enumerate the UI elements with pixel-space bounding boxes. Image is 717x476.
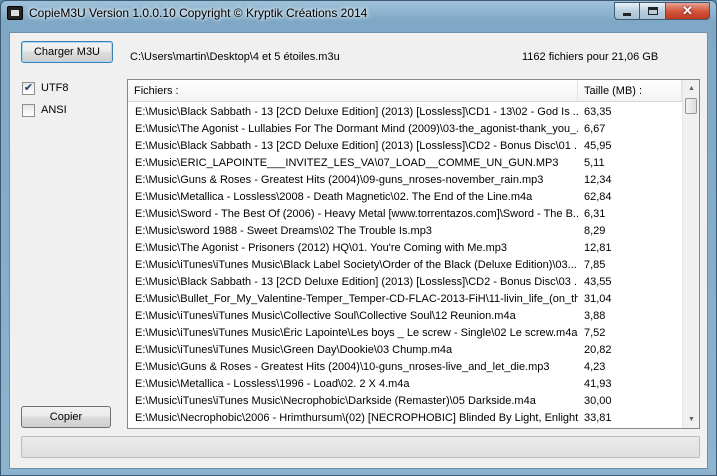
- list-item[interactable]: E:\Music\Metallica - Lossless\2008 - Dea…: [128, 188, 682, 205]
- list-item[interactable]: E:\Music\Bullet_For_My_Valentine-Temper_…: [128, 290, 682, 307]
- file-size-cell: 6,67: [584, 122, 606, 135]
- app-icon[interactable]: [7, 6, 23, 20]
- list-item[interactable]: E:\Music\iTunes\iTunes Music\Éric Lapoin…: [128, 324, 682, 341]
- maximize-icon: [647, 7, 658, 15]
- ansi-checkbox-box[interactable]: [22, 103, 35, 117]
- main-panel: Charger M3U C:\Users\martin\Desktop\4 et…: [9, 32, 708, 469]
- check-icon: ✔: [23, 81, 34, 94]
- file-size-cell: 43,55: [584, 275, 612, 288]
- file-size-cell: 45,95: [584, 139, 612, 152]
- file-size-cell: 20,82: [584, 343, 612, 356]
- list-item[interactable]: E:\Music\Black Sabbath - 13 [2CD Deluxe …: [128, 273, 682, 290]
- file-size-cell: 63,35: [584, 105, 612, 118]
- minimize-icon: [623, 12, 631, 16]
- close-button[interactable]: ✕: [666, 2, 710, 20]
- file-path-cell: E:\Music\Black Sabbath - 13 [2CD Deluxe …: [135, 275, 578, 288]
- file-path-cell: E:\Music\Guns & Roses - Greatest Hits (2…: [135, 360, 550, 373]
- list-item[interactable]: E:\Music\iTunes\iTunes Music\Collective …: [128, 307, 682, 324]
- file-size-cell: 8,29: [584, 224, 606, 237]
- minimize-button[interactable]: [614, 2, 640, 20]
- file-path-cell: E:\Music\Black Sabbath - 13 [2CD Deluxe …: [135, 139, 578, 152]
- scroll-thumb[interactable]: [685, 98, 697, 114]
- file-size-cell: 12,34: [584, 173, 612, 186]
- load-m3u-button[interactable]: Charger M3U: [21, 41, 113, 63]
- file-path-cell: E:\Music\iTunes\iTunes Music\Green Day\D…: [135, 343, 453, 356]
- scroll-up-icon[interactable]: ▲: [683, 80, 699, 97]
- file-path-cell: E:\Music\iTunes\iTunes Music\Collective …: [135, 309, 516, 322]
- column-header-size[interactable]: Taille (MB) :: [578, 80, 682, 102]
- copy-button[interactable]: Copier: [21, 406, 111, 428]
- utf8-checkbox[interactable]: ✔ UTF8: [22, 81, 69, 95]
- list-item[interactable]: E:\Music\Metallica - Lossless\1996 - Loa…: [128, 375, 682, 392]
- list-item[interactable]: E:\Music\Black Sabbath - 13 [2CD Deluxe …: [128, 137, 682, 154]
- files-summary: 1162 fichiers pour 21,06 GB: [522, 51, 659, 63]
- copy-progress-bar: [21, 436, 700, 458]
- file-path-cell: E:\Music\Black Sabbath - 13 [2CD Deluxe …: [135, 105, 578, 118]
- ansi-label: ANSI: [41, 104, 67, 116]
- list-item[interactable]: E:\Music\The Agonist - Prisoners (2012) …: [128, 239, 682, 256]
- window-title: CopieM3U Version 1.0.0.10 Copyright © Kr…: [29, 6, 368, 20]
- list-header: Fichiers : Taille (MB) :: [128, 80, 682, 102]
- list-item[interactable]: E:\Music\iTunes\iTunes Music\Necrophobic…: [128, 392, 682, 409]
- file-size-cell: 5,11: [584, 156, 605, 169]
- file-size-cell: 7,52: [584, 326, 606, 339]
- load-m3u-label: Charger M3U: [33, 46, 101, 58]
- file-path-cell: E:\Music\Metallica - Lossless\1996 - Loa…: [135, 377, 410, 390]
- file-path-cell: E:\Music\iTunes\iTunes Music\Necrophobic…: [135, 394, 536, 407]
- maximize-button[interactable]: [640, 2, 666, 20]
- file-size-cell: 62,84: [584, 190, 612, 203]
- list-rows: E:\Music\Black Sabbath - 13 [2CD Deluxe …: [128, 103, 682, 426]
- file-size-cell: 30,00: [584, 394, 612, 407]
- file-path-cell: E:\Music\Guns & Roses - Greatest Hits (2…: [135, 173, 544, 186]
- column-header-files[interactable]: Fichiers :: [128, 80, 578, 102]
- caption-buttons: ✕: [614, 2, 710, 20]
- list-item[interactable]: E:\Music\Guns & Roses - Greatest Hits (2…: [128, 171, 682, 188]
- close-icon: ✕: [682, 3, 693, 18]
- list-item[interactable]: E:\Music\sword 1988 - Sweet Dreams\02 Th…: [128, 222, 682, 239]
- list-item[interactable]: E:\Music\Sword - The Best Of (2006) - He…: [128, 205, 682, 222]
- list-item[interactable]: E:\Music\iTunes\iTunes Music\Black Label…: [128, 256, 682, 273]
- app-window: CopieM3U Version 1.0.0.10 Copyright © Kr…: [0, 0, 717, 476]
- file-path-cell: E:\Music\ERIC_LAPOINTE___INVITEZ_LES_VA\…: [135, 156, 559, 169]
- title-bar[interactable]: CopieM3U Version 1.0.0.10 Copyright © Kr…: [1, 1, 716, 27]
- file-path-cell: E:\Music\Sword - The Best Of (2006) - He…: [135, 207, 578, 220]
- file-size-cell: 3,88: [584, 309, 606, 322]
- list-item[interactable]: E:\Music\The Agonist - Lullabies For The…: [128, 120, 682, 137]
- file-size-cell: 31,04: [584, 292, 612, 305]
- utf8-label: UTF8: [41, 82, 69, 94]
- vertical-scrollbar[interactable]: ▲ ▼: [682, 80, 699, 428]
- file-path-cell: E:\Music\The Agonist - Lullabies For The…: [135, 122, 578, 135]
- file-path-cell: E:\Music\iTunes\iTunes Music\Black Label…: [135, 258, 577, 271]
- file-size-cell: 4,23: [584, 360, 606, 373]
- file-size-cell: 7,85: [584, 258, 606, 271]
- utf8-checkbox-box[interactable]: ✔: [22, 81, 35, 95]
- list-item[interactable]: E:\Music\Guns & Roses - Greatest Hits (2…: [128, 358, 682, 375]
- file-path-cell: E:\Music\Metallica - Lossless\2008 - Dea…: [135, 190, 533, 203]
- ansi-checkbox[interactable]: ANSI: [22, 103, 67, 117]
- file-size-cell: 41,93: [584, 377, 612, 390]
- list-item[interactable]: E:\Music\Black Sabbath - 13 [2CD Deluxe …: [128, 103, 682, 120]
- file-size-cell: 33,81: [584, 411, 612, 424]
- list-item[interactable]: E:\Music\ERIC_LAPOINTE___INVITEZ_LES_VA\…: [128, 154, 682, 171]
- copy-label: Copier: [49, 411, 83, 423]
- file-size-cell: 12,81: [584, 241, 612, 254]
- list-item[interactable]: E:\Music\iTunes\iTunes Music\Green Day\D…: [128, 341, 682, 358]
- list-item[interactable]: E:\Music\Necrophobic\2006 - Hrimthursum\…: [128, 409, 682, 426]
- file-path-cell: E:\Music\iTunes\iTunes Music\Éric Lapoin…: [135, 326, 578, 339]
- scroll-down-icon[interactable]: ▼: [683, 411, 699, 428]
- playlist-path: C:\Users\martin\Desktop\4 et 5 étoiles.m…: [130, 51, 340, 63]
- file-path-cell: E:\Music\Bullet_For_My_Valentine-Temper_…: [135, 292, 578, 305]
- file-path-cell: E:\Music\The Agonist - Prisoners (2012) …: [135, 241, 507, 254]
- file-path-cell: E:\Music\Necrophobic\2006 - Hrimthursum\…: [135, 411, 578, 424]
- file-size-cell: 6,31: [584, 207, 606, 220]
- file-path-cell: E:\Music\sword 1988 - Sweet Dreams\02 Th…: [135, 224, 432, 237]
- files-list[interactable]: Fichiers : Taille (MB) : E:\Music\Black …: [127, 79, 700, 429]
